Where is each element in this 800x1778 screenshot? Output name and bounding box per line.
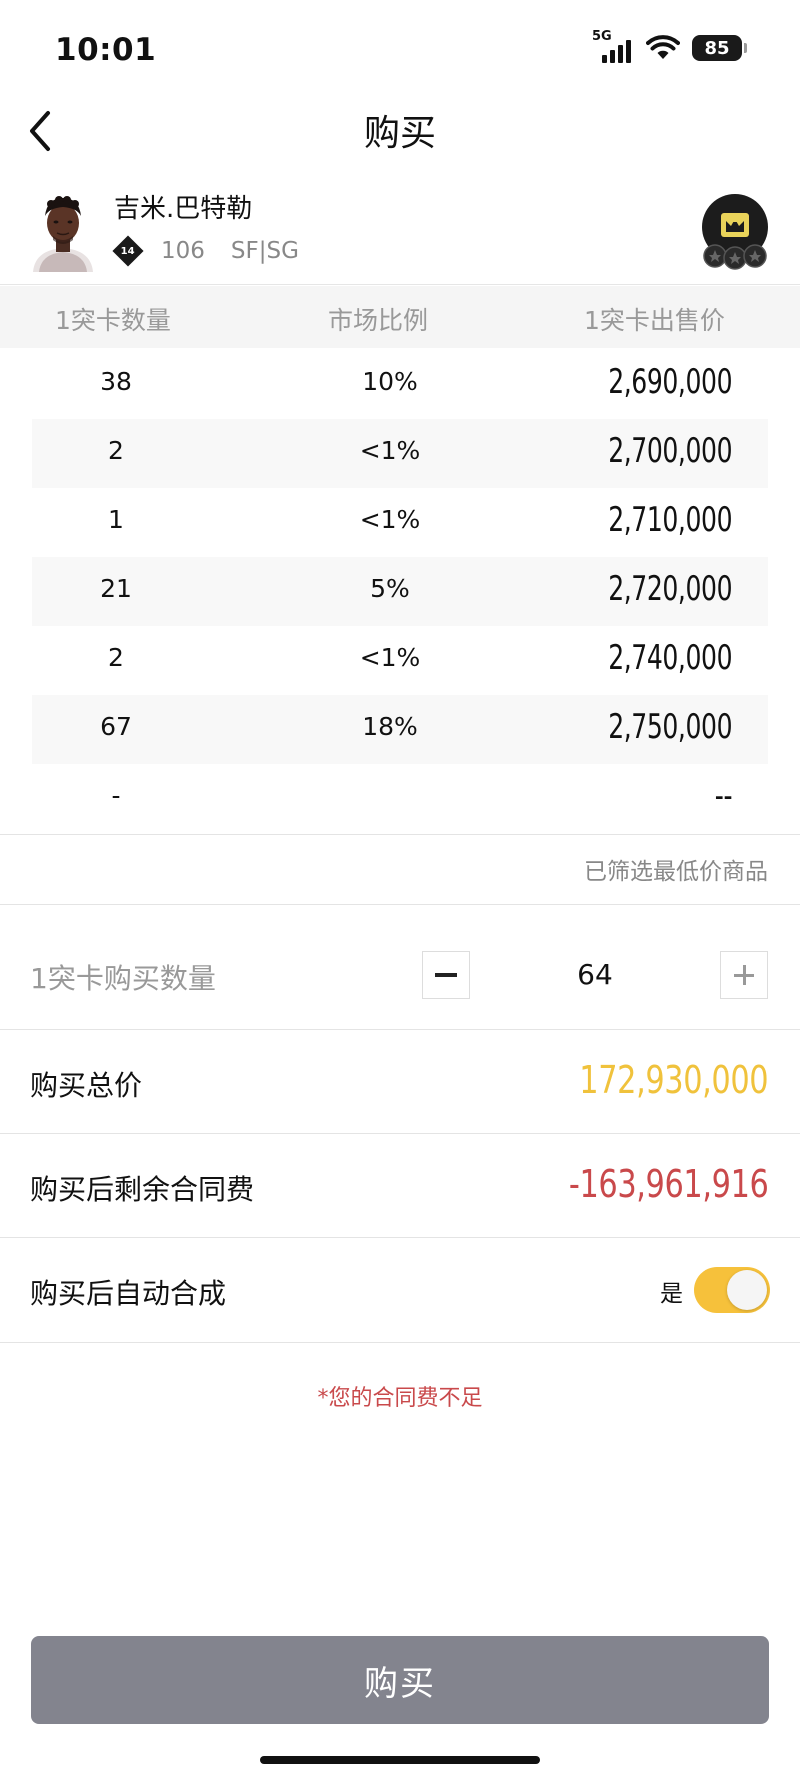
row-qty: 21	[100, 574, 132, 603]
row-price: 2,740,000	[608, 638, 732, 678]
row-qty: 38	[100, 367, 132, 396]
table-row[interactable]: 21 5% 2,720,000	[32, 557, 768, 626]
battery-icon: 85	[692, 35, 747, 61]
remaining-fee-value: -163,961,916	[568, 1162, 768, 1206]
row-qty: -	[111, 781, 121, 810]
rank-diamond-icon: 14	[112, 235, 144, 267]
row-qty: 2	[108, 436, 124, 465]
filter-note: 已筛选最低价商品	[584, 859, 768, 885]
player-name: 吉米.巴特勒	[114, 194, 253, 224]
divider	[0, 1029, 800, 1030]
toggle-knob	[727, 1270, 767, 1310]
header-qty: 1突卡数量	[55, 306, 171, 335]
auto-merge-state: 是	[660, 1281, 683, 1307]
row-ratio: 10%	[362, 367, 418, 396]
player-card: 吉米.巴特勒 14 106 SF|SG	[0, 180, 800, 285]
divider	[0, 1133, 800, 1134]
row-qty: 67	[100, 712, 132, 741]
row-price: 2,690,000	[608, 362, 732, 402]
total-price-value: 172,930,000	[579, 1058, 768, 1102]
row-qty: 1	[108, 505, 124, 534]
row-ratio: <1%	[359, 436, 421, 465]
battery-level: 85	[704, 37, 730, 59]
auto-merge-label: 购买后自动合成	[30, 1277, 227, 1310]
insufficient-fee-warning: *您的合同费不足	[317, 1386, 483, 1411]
auto-merge-toggle[interactable]	[694, 1267, 770, 1313]
player-position: SF|SG	[230, 238, 299, 264]
divider	[0, 834, 800, 835]
purchase-qty-input[interactable]: 64	[470, 958, 720, 991]
table-row[interactable]: 2 <1% 2,700,000	[32, 419, 768, 488]
decrease-qty-button[interactable]	[422, 951, 470, 999]
buy-button[interactable]: 购买	[31, 1636, 769, 1724]
purchase-qty-label: 1突卡购买数量	[30, 962, 216, 995]
minus-icon	[435, 973, 457, 977]
row-ratio: 5%	[370, 574, 410, 603]
player-ovr: 106	[161, 238, 205, 264]
row-price: 2,710,000	[608, 500, 732, 540]
crown-badge-icon	[702, 194, 768, 270]
page-title: 购买	[363, 113, 436, 154]
header-ratio: 市场比例	[328, 306, 429, 335]
wifi-icon	[646, 35, 680, 59]
row-price: --	[714, 776, 733, 816]
row-price: 2,700,000	[608, 431, 732, 471]
table-row[interactable]: 67 18% 2,750,000	[32, 695, 768, 764]
cellular-signal-icon: 5G	[592, 29, 634, 65]
table-row[interactable]: 38 10% 2,690,000	[32, 350, 768, 419]
remaining-fee-label: 购买后剩余合同费	[30, 1173, 255, 1206]
status-time: 10:01	[55, 32, 157, 68]
divider	[0, 904, 800, 905]
increase-qty-button[interactable]	[720, 951, 768, 999]
row-price: 2,750,000	[608, 707, 732, 747]
total-price-label: 购买总价	[30, 1069, 143, 1102]
header-price: 1突卡出售价	[584, 306, 725, 335]
player-rank: 14	[121, 245, 135, 257]
row-qty: 2	[108, 643, 124, 672]
table-row[interactable]: 1 <1% 2,710,000	[32, 488, 768, 557]
row-price: 2,720,000	[608, 569, 732, 609]
row-ratio: <1%	[359, 505, 421, 534]
status-bar: 10:01 5G 85	[0, 0, 800, 100]
row-ratio: <1%	[359, 643, 421, 672]
player-avatar	[29, 190, 97, 272]
status-icons: 5G 85	[592, 29, 747, 66]
home-indicator	[260, 1756, 540, 1764]
divider	[0, 1237, 800, 1238]
table-row[interactable]: 2 <1% 2,740,000	[32, 626, 768, 695]
player-meta: 14 106 SF|SG	[112, 234, 299, 268]
table-row: - --	[32, 764, 768, 833]
table-header: 1突卡数量 市场比例 1突卡出售价	[0, 286, 800, 348]
divider	[0, 1342, 800, 1343]
row-ratio: 18%	[362, 712, 418, 741]
